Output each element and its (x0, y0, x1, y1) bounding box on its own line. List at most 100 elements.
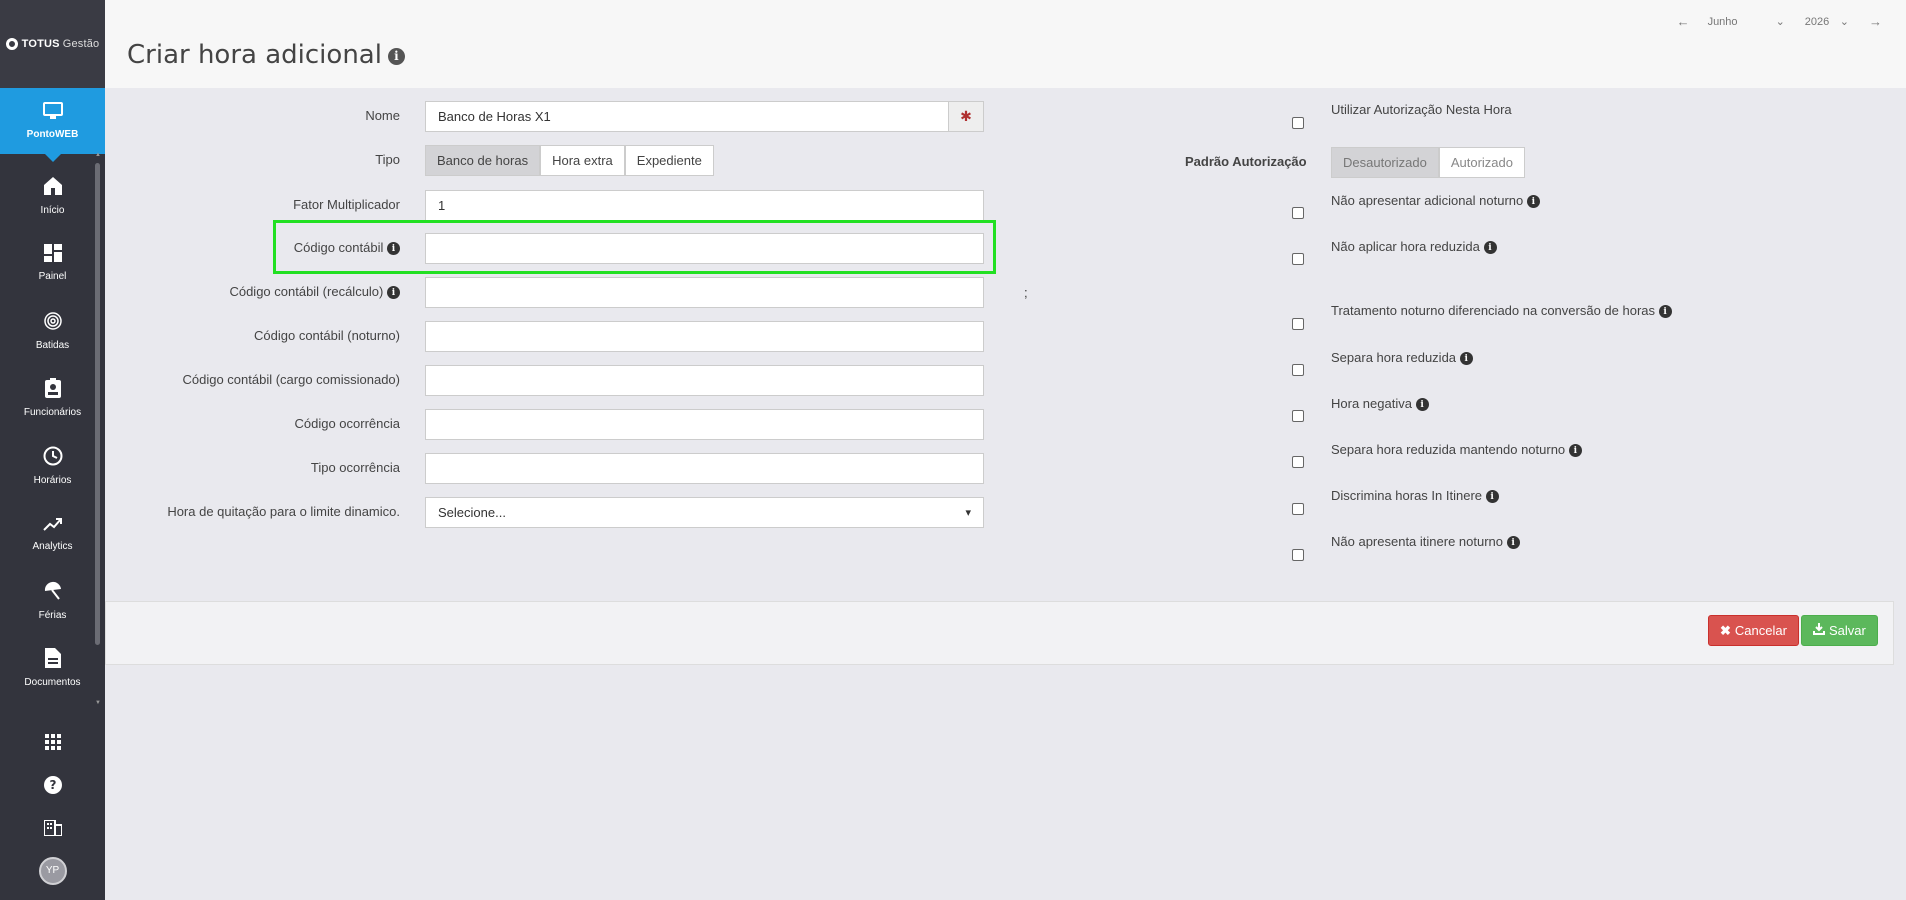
sidebar-item-documentos[interactable]: Documentos (0, 635, 105, 703)
discrimina-itinere-checkbox[interactable] (1292, 503, 1304, 515)
arrow-right-icon[interactable]: → (1869, 14, 1882, 29)
page-header: Criar hora adicional i ← Junho ⌄ 2026 ⌄ → (105, 0, 1906, 88)
nao-apresentar-adicional-label: Não apresentar adicional noturno i (1331, 193, 1540, 209)
nao-apresenta-itinere-checkbox[interactable] (1292, 549, 1304, 561)
highlight-box (273, 220, 996, 274)
fator-label: Fator Multiplicador (293, 197, 400, 212)
sidebar-item-analytics[interactable]: Analytics (0, 500, 105, 568)
tipo-ocorrencia-input[interactable] (425, 453, 984, 484)
sidebar-item-label: Documentos (24, 677, 81, 689)
user-avatar[interactable]: YP (0, 849, 105, 892)
tipo-expediente-button[interactable]: Expediente (624, 145, 714, 176)
umbrella-icon (43, 581, 63, 606)
codigo-cargo-input[interactable] (425, 365, 984, 396)
company-building-icon[interactable] (0, 806, 105, 849)
desautorizado-button[interactable]: Desautorizado (1331, 147, 1439, 178)
option-text: Separa hora reduzida (1331, 350, 1457, 365)
utilizar-autorizacao-checkbox[interactable] (1292, 117, 1304, 129)
nao-aplicar-reduzida-checkbox[interactable] (1292, 253, 1304, 265)
sidebar-item-horarios[interactable]: Horários (0, 432, 105, 500)
svg-text:?: ? (49, 778, 56, 792)
logo[interactable]: TOTUS Gestão (0, 0, 105, 88)
apps-grid-icon[interactable] (0, 720, 105, 763)
info-icon[interactable]: i (1526, 195, 1540, 209)
nao-aplicar-reduzida-label: Não aplicar hora reduzida i (1331, 239, 1497, 255)
codigo-cargo-label: Código contábil (cargo comissionado) (182, 372, 400, 387)
month-select[interactable]: Junho (1708, 16, 1776, 28)
sidebar-scrollbar[interactable] (95, 163, 100, 645)
autorizado-button[interactable]: Autorizado (1438, 147, 1525, 178)
nome-input[interactable]: Banco de Horas X1 (425, 101, 949, 132)
info-icon[interactable]: i (387, 47, 405, 65)
sidebar-item-batidas[interactable]: Batidas (0, 297, 105, 365)
hora-negativa-checkbox[interactable] (1292, 410, 1304, 422)
home-icon (43, 176, 63, 201)
required-asterisk-icon: ✱ (948, 101, 984, 132)
separa-reduzida-noturno-label: Separa hora reduzida mantendo noturno i (1331, 442, 1582, 458)
info-icon[interactable]: i (1459, 352, 1473, 366)
sidebar-item-inicio[interactable]: Início (0, 162, 105, 230)
sidebar-item-label: Férias (38, 609, 67, 621)
option-text: Separa hora reduzida mantendo noturno (1331, 442, 1566, 457)
document-icon (44, 648, 61, 673)
nao-apresentar-adicional-checkbox[interactable] (1292, 207, 1304, 219)
option-text: Não aplicar hora reduzida (1331, 239, 1480, 254)
option-text: Discrimina horas In Itinere (1331, 488, 1482, 503)
codigo-noturno-input[interactable] (425, 321, 984, 352)
info-icon[interactable]: i (1568, 444, 1582, 458)
sidebar-item-label: Batidas (35, 339, 70, 351)
hora-negativa-label: Hora negativa i (1331, 396, 1429, 412)
arrow-left-icon[interactable]: ← (1677, 14, 1690, 29)
year-select[interactable]: 2026 (1805, 16, 1840, 28)
chevron-down-icon[interactable]: ⌄ (1776, 15, 1785, 28)
sidebar-item-label: Analytics (32, 540, 73, 552)
sidebar-item-label: PontoWEB (26, 129, 79, 140)
close-icon: ✖ (1720, 622, 1731, 638)
padrao-autorizacao-toggle: Desautorizado Autorizado (1331, 147, 1525, 178)
option-text: Hora negativa (1331, 396, 1412, 411)
tipo-banco-de-horas-button[interactable]: Banco de horas (425, 145, 541, 176)
tipo-hora-extra-button[interactable]: Hora extra (540, 145, 625, 176)
sidebar-item-label: Painel (38, 271, 67, 283)
info-icon[interactable]: i (1658, 305, 1672, 319)
separa-reduzida-label: Separa hora reduzida i (1331, 350, 1473, 366)
info-icon[interactable]: i (1483, 241, 1497, 255)
logo-totus: TOTUS (21, 38, 60, 50)
cancel-button[interactable]: ✖ Cancelar (1708, 615, 1799, 646)
padrao-autorizacao-label: Padrão Autorização (1185, 154, 1307, 169)
option-text: Não apresentar adicional noturno (1331, 193, 1524, 208)
scroll-up-arrow-icon[interactable]: ▲ (95, 152, 101, 158)
sidebar-item-ferias[interactable]: Férias (0, 567, 105, 635)
download-icon (1813, 623, 1825, 638)
codigo-recalculo-label: Código contábil (recálculo) i (229, 284, 400, 300)
info-icon[interactable]: i (1415, 398, 1429, 412)
save-button[interactable]: Salvar (1801, 615, 1878, 646)
info-icon[interactable]: i (1485, 490, 1499, 504)
tipo-label: Tipo (375, 152, 400, 167)
info-icon[interactable]: i (387, 286, 400, 300)
codigo-recalculo-input[interactable] (425, 277, 984, 308)
trend-icon (42, 515, 63, 537)
tratamento-noturno-checkbox[interactable] (1292, 318, 1304, 330)
sidebar: TOTUS Gestão PontoWEB Início Painel Bati… (0, 0, 105, 900)
sidebar-item-pontoweb[interactable]: PontoWEB (0, 88, 105, 162)
sidebar-item-funcionarios[interactable]: Funcionários (0, 365, 105, 433)
scroll-down-arrow-icon[interactable]: ▼ (95, 700, 101, 706)
semicolon-text: ; (1024, 285, 1028, 300)
separa-reduzida-checkbox[interactable] (1292, 364, 1304, 376)
chevron-down-icon[interactable]: ⌄ (1840, 15, 1849, 28)
codigo-ocorrencia-input[interactable] (425, 409, 984, 440)
help-icon[interactable]: ? (0, 763, 105, 806)
tratamento-noturno-label: Tratamento noturno diferenciado na conve… (1331, 303, 1672, 319)
sidebar-item-label: Funcionários (23, 407, 82, 419)
separa-reduzida-noturno-checkbox[interactable] (1292, 456, 1304, 468)
hora-quitacao-select[interactable]: Selecione... ▾ (425, 497, 984, 528)
date-navigator: ← Junho ⌄ 2026 ⌄ → (1677, 14, 1882, 29)
sidebar-item-painel[interactable]: Painel (0, 230, 105, 298)
nao-apresenta-itinere-label: Não apresenta itinere noturno i (1331, 534, 1520, 550)
fator-input[interactable]: 1 (425, 190, 984, 221)
save-label: Salvar (1829, 623, 1866, 638)
info-icon[interactable]: i (1506, 536, 1520, 550)
page-title: Criar hora adicional i (127, 40, 405, 70)
sidebar-bottom: ? YP (0, 720, 105, 892)
